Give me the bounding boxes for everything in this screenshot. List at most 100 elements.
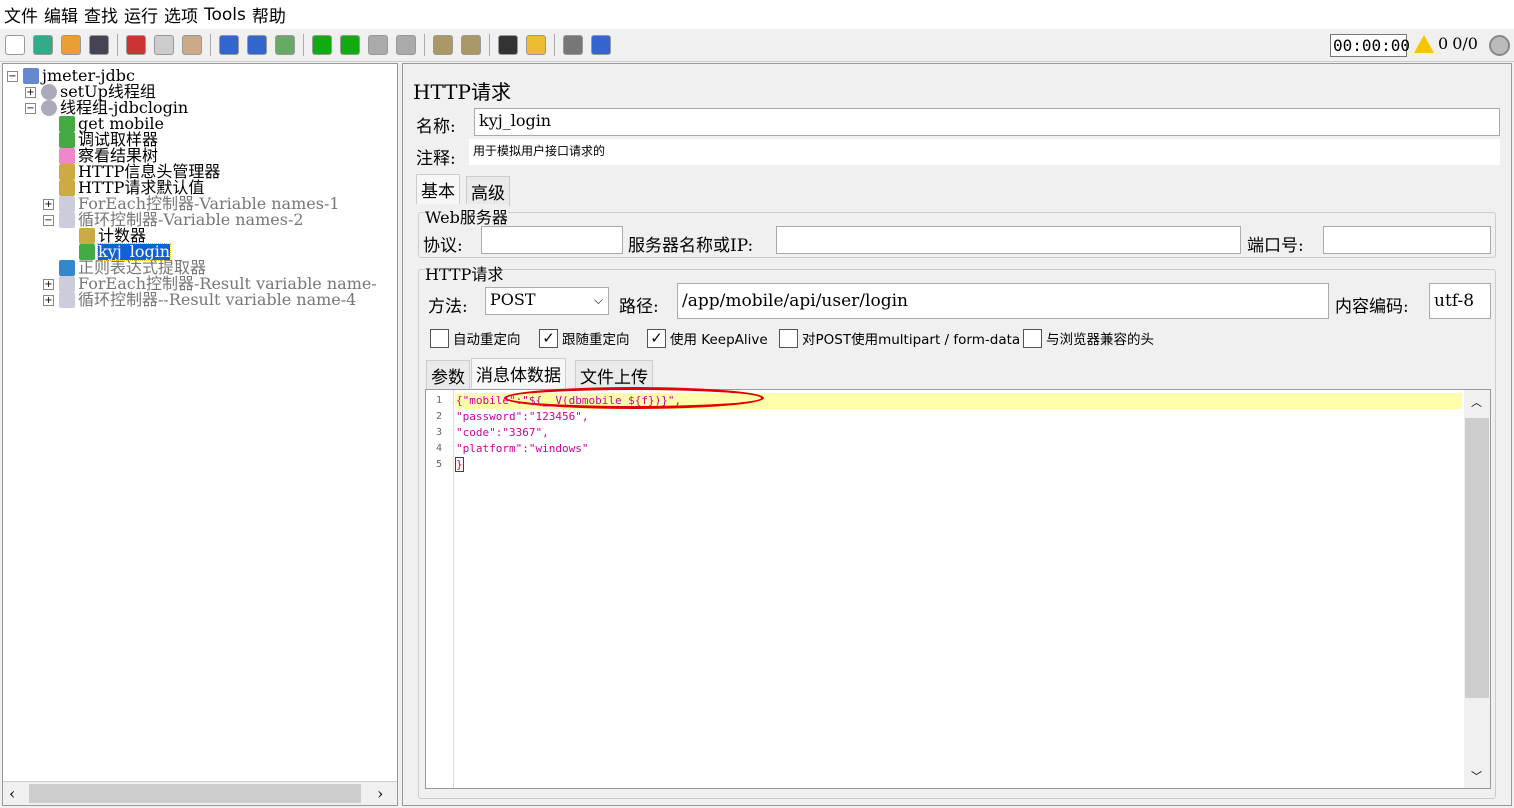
remote-status-icon xyxy=(1489,35,1510,56)
scrollbar-thumb[interactable] xyxy=(1465,418,1489,698)
warning-icon[interactable] xyxy=(1414,34,1434,53)
checkbox-option[interactable]: 与浏览器兼容的头 xyxy=(1023,328,1154,348)
config-icon xyxy=(59,180,75,196)
toggle-icon[interactable] xyxy=(275,35,295,55)
checkbox-unchecked-icon[interactable] xyxy=(779,328,798,348)
http-request-panel: HTTP请求 名称: kyj_login 注释: 用于模拟用户接口请求的 基本 … xyxy=(402,63,1512,806)
expand-icon[interactable]: + xyxy=(43,295,54,306)
function-helper-icon[interactable] xyxy=(563,35,583,55)
code-line: "code":"3367", xyxy=(456,426,549,439)
shutdown-icon[interactable] xyxy=(396,35,416,55)
method-label: 方法: xyxy=(428,297,468,317)
checkbox-label: 使用 KeepAlive xyxy=(670,332,768,348)
collapse-icon[interactable] xyxy=(247,35,267,55)
expand-icon[interactable]: + xyxy=(25,87,36,98)
method-value: POST xyxy=(490,290,536,309)
tab-file-upload[interactable]: 文件上传 xyxy=(575,360,653,390)
scroll-right-icon[interactable]: › xyxy=(377,784,383,803)
menu-options[interactable]: 选项 xyxy=(164,2,198,27)
templates-icon[interactable] xyxy=(33,35,53,55)
body-data-editor[interactable]: ︿ ﹀ 1 {"mobile":"${__V(dbmobile_${f})}", 2… xyxy=(425,387,1491,789)
copy-icon[interactable] xyxy=(154,35,174,55)
protocol-field[interactable] xyxy=(481,226,623,254)
menu-run[interactable]: 运行 xyxy=(124,2,158,27)
start-icon[interactable] xyxy=(312,35,332,55)
scrollbar-thumb[interactable] xyxy=(29,784,361,803)
new-icon[interactable] xyxy=(5,35,25,55)
checkbox-option[interactable]: 对POST使用multipart / form-data xyxy=(779,328,1020,348)
clear-icon[interactable] xyxy=(433,35,453,55)
checkbox-option[interactable]: ✓ 跟随重定向 xyxy=(539,328,630,348)
encoding-field[interactable]: utf-8 xyxy=(1429,283,1491,319)
method-select[interactable]: POST ⌵ xyxy=(485,287,609,315)
web-server-legend: Web服务器 xyxy=(425,204,508,228)
name-field[interactable]: kyj_login xyxy=(474,108,1500,136)
menu-file[interactable]: 文件 xyxy=(4,2,38,27)
checkbox-label: 自动重定向 xyxy=(453,332,521,348)
scroll-down-icon[interactable]: ﹀ xyxy=(1471,768,1482,784)
sampler-icon xyxy=(59,132,75,148)
config-icon xyxy=(59,164,75,180)
code-line: "platform":"windows" xyxy=(456,442,589,455)
port-label: 端口号: xyxy=(1247,236,1304,256)
gear-icon xyxy=(41,84,57,100)
checkbox-checked-icon[interactable]: ✓ xyxy=(647,328,666,348)
vertical-scrollbar[interactable]: ︿ ﹀ xyxy=(1464,390,1490,788)
expand-icon[interactable] xyxy=(219,35,239,55)
stop-icon[interactable] xyxy=(368,35,388,55)
search-icon[interactable] xyxy=(498,35,518,55)
server-field[interactable] xyxy=(776,226,1241,254)
menu-search[interactable]: 查找 xyxy=(84,2,118,27)
page-title: HTTP请求 xyxy=(413,80,511,104)
help-icon[interactable] xyxy=(591,35,611,55)
collapse-icon[interactable]: − xyxy=(7,71,18,82)
chevron-down-icon: ⌵ xyxy=(593,293,603,307)
code-line: "password":"123456", xyxy=(456,410,589,423)
toolbar-separator xyxy=(117,34,118,56)
expand-icon[interactable]: + xyxy=(43,199,54,210)
reset-search-icon[interactable] xyxy=(526,35,546,55)
line-number: 3 xyxy=(435,427,442,438)
checkbox-option[interactable]: ✓ 使用 KeepAlive xyxy=(647,328,768,348)
controller-icon xyxy=(59,212,75,228)
port-field[interactable] xyxy=(1323,226,1491,254)
checkbox-checked-icon[interactable]: ✓ xyxy=(539,328,558,348)
listener-icon xyxy=(59,148,75,164)
config-icon xyxy=(79,228,95,244)
cut-icon[interactable] xyxy=(126,35,146,55)
horizontal-scrollbar[interactable]: ‹ › xyxy=(3,781,397,805)
line-number: 2 xyxy=(435,411,442,422)
controller-icon xyxy=(59,276,75,292)
toolbar-separator xyxy=(303,34,304,56)
toolbar xyxy=(0,29,1514,62)
tab-basic[interactable]: 基本 xyxy=(416,174,460,204)
line-number: 4 xyxy=(435,443,442,454)
checkbox-option[interactable]: 自动重定向 xyxy=(430,328,521,348)
menu-edit[interactable]: 编辑 xyxy=(44,2,78,27)
collapse-icon[interactable]: − xyxy=(43,215,54,226)
expand-icon[interactable]: + xyxy=(43,279,54,290)
checkbox-unchecked-icon[interactable] xyxy=(430,328,449,348)
menu-tools[interactable]: Tools xyxy=(204,5,246,25)
start-no-pause-icon[interactable] xyxy=(340,35,360,55)
open-icon[interactable] xyxy=(61,35,81,55)
path-field[interactable]: /app/mobile/api/user/login xyxy=(677,283,1329,319)
tab-advanced[interactable]: 高级 xyxy=(466,176,510,206)
checkbox-unchecked-icon[interactable] xyxy=(1023,328,1042,348)
menu-help[interactable]: 帮助 xyxy=(252,2,286,27)
scroll-up-icon[interactable]: ︿ xyxy=(1471,394,1482,410)
sampler-icon xyxy=(59,116,75,132)
save-icon[interactable] xyxy=(89,35,109,55)
tab-body-data[interactable]: 消息体数据 xyxy=(471,358,566,388)
paste-icon[interactable] xyxy=(182,35,202,55)
clear-all-icon[interactable] xyxy=(461,35,481,55)
comment-field[interactable]: 用于模拟用户接口请求的 xyxy=(469,139,1500,165)
tree-node-label: 循环控制器--Result variable name-4 xyxy=(78,290,357,309)
tree-node[interactable]: 循环控制器--Result variable name-4 xyxy=(59,292,356,308)
name-label: 名称: xyxy=(416,117,456,137)
collapse-icon[interactable]: − xyxy=(25,103,36,114)
scroll-left-icon[interactable]: ‹ xyxy=(9,784,15,803)
test-plan-icon xyxy=(23,68,39,84)
tab-parameters[interactable]: 参数 xyxy=(426,360,470,390)
tree-node[interactable]: 循环控制器-Variable names-2 xyxy=(59,212,304,228)
